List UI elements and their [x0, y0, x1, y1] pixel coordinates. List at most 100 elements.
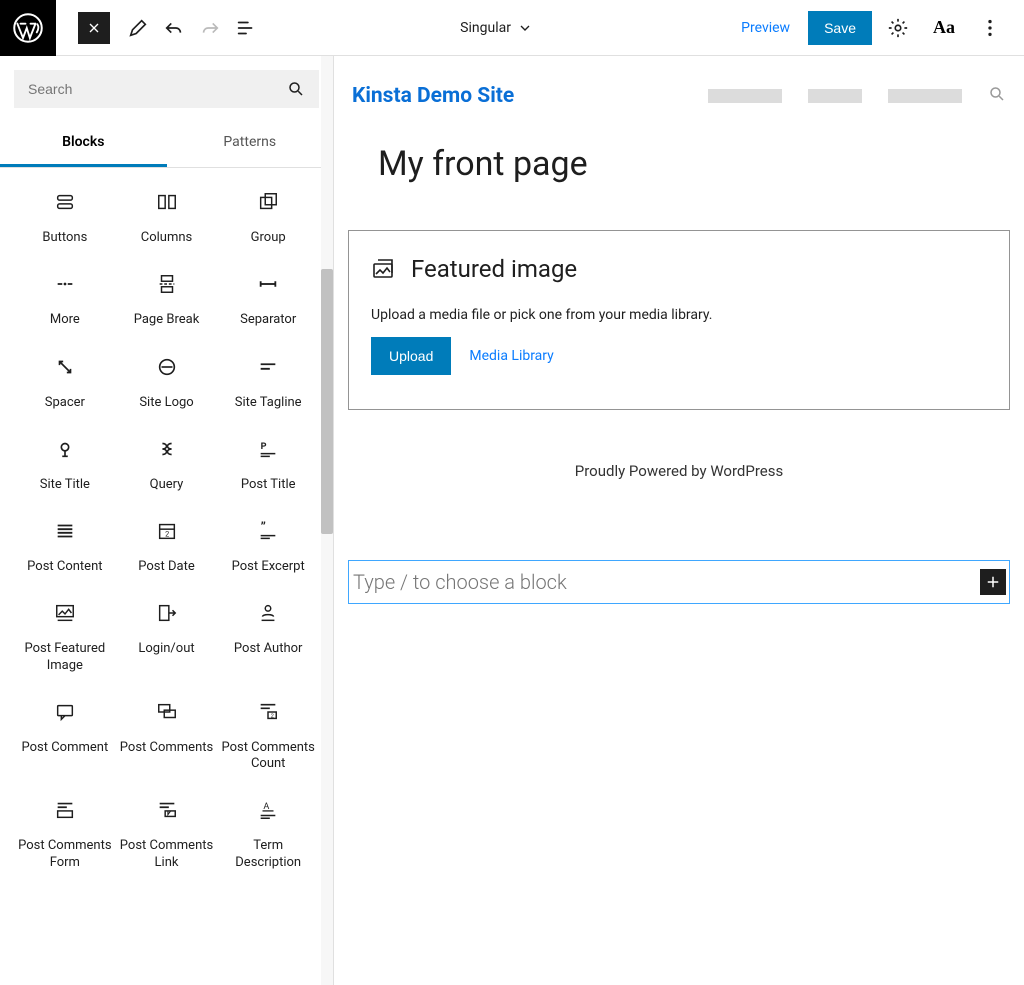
- tab-blocks[interactable]: Blocks: [0, 122, 167, 167]
- site-title-link[interactable]: Kinsta Demo Site: [352, 84, 514, 108]
- block-post-featured-image[interactable]: Post Featured Image: [14, 585, 116, 684]
- close-inserter-button[interactable]: [78, 12, 110, 44]
- wordpress-icon: [13, 13, 43, 43]
- redo-icon: [199, 17, 221, 39]
- site-search-button[interactable]: [988, 85, 1006, 107]
- settings-button[interactable]: [878, 8, 918, 48]
- block-post-title[interactable]: P Post Title: [217, 421, 319, 503]
- search-icon: [988, 85, 1006, 103]
- block-appender-input[interactable]: [349, 561, 980, 603]
- post-comments-icon: [120, 698, 214, 726]
- svg-text:2: 2: [165, 530, 169, 539]
- template-selector[interactable]: Singular: [264, 20, 729, 36]
- block-post-excerpt[interactable]: ” Post Excerpt: [217, 503, 319, 585]
- featured-image-icon: [371, 257, 395, 281]
- document-overview-button[interactable]: [228, 10, 264, 46]
- search-input[interactable]: [28, 81, 287, 97]
- edit-tool-button[interactable]: [120, 10, 156, 46]
- preview-button[interactable]: Preview: [729, 12, 802, 44]
- block-login-out[interactable]: Login/out: [116, 585, 218, 684]
- media-library-link[interactable]: Media Library: [469, 348, 553, 364]
- undo-icon: [163, 17, 185, 39]
- toolbar-right: Preview Save Aa: [729, 8, 1024, 48]
- block-site-logo[interactable]: Site Logo: [116, 339, 218, 421]
- block-label: Group: [221, 230, 315, 246]
- site-tagline-icon: [221, 353, 315, 381]
- nav-placeholder-item: [888, 89, 962, 103]
- block-appender[interactable]: [348, 560, 1010, 604]
- block-label: Spacer: [18, 395, 112, 411]
- block-label: Term Description: [221, 838, 315, 871]
- block-inserter-panel: Blocks Patterns ButtonsColumnsGroupMoreP…: [0, 56, 334, 985]
- svg-text:P: P: [261, 442, 267, 452]
- block-term-description[interactable]: A Term Description: [217, 782, 319, 881]
- editor-main: Blocks Patterns ButtonsColumnsGroupMoreP…: [0, 56, 1024, 985]
- block-site-title[interactable]: Site Title: [14, 421, 116, 503]
- scrollbar-track[interactable]: [321, 56, 333, 985]
- separator-icon: [221, 270, 315, 298]
- undo-button[interactable]: [156, 10, 192, 46]
- add-block-button[interactable]: [980, 569, 1006, 595]
- page-title[interactable]: My front page: [348, 118, 1010, 206]
- wordpress-logo-button[interactable]: [0, 0, 56, 56]
- post-comment-icon: [18, 698, 112, 726]
- block-post-comments-count[interactable]: 2Post Comments Count: [217, 684, 319, 783]
- spacer-icon: [18, 353, 112, 381]
- block-more[interactable]: More: [14, 256, 116, 338]
- post-date-icon: 2: [120, 517, 214, 545]
- pencil-icon: [127, 17, 149, 39]
- block-separator[interactable]: Separator: [217, 256, 319, 338]
- block-site-tagline[interactable]: Site Tagline: [217, 339, 319, 421]
- block-spacer[interactable]: Spacer: [14, 339, 116, 421]
- block-columns[interactable]: Columns: [116, 174, 218, 256]
- close-icon: [86, 20, 102, 36]
- page-break-icon: [120, 270, 214, 298]
- toolbar-tools: [120, 10, 264, 46]
- save-button[interactable]: Save: [808, 11, 872, 45]
- block-query[interactable]: Query: [116, 421, 218, 503]
- navigation-placeholder: [708, 85, 1006, 107]
- block-label: Post Excerpt: [221, 559, 315, 575]
- block-label: Login/out: [120, 641, 214, 657]
- more-options-button[interactable]: [970, 8, 1010, 48]
- block-search: [14, 70, 319, 108]
- block-buttons[interactable]: Buttons: [14, 174, 116, 256]
- block-post-date[interactable]: 2Post Date: [116, 503, 218, 585]
- featured-image-block[interactable]: Featured image Upload a media file or pi…: [348, 230, 1010, 410]
- block-label: Post Comments Link: [120, 838, 214, 871]
- editor-topbar: Singular Preview Save Aa: [0, 0, 1024, 56]
- block-post-comments-form[interactable]: Post Comments Form: [14, 782, 116, 881]
- block-label: Post Title: [221, 477, 315, 493]
- block-post-content[interactable]: Post Content: [14, 503, 116, 585]
- term-description-icon: A: [221, 796, 315, 824]
- block-post-comments[interactable]: Post Comments: [116, 684, 218, 783]
- kebab-icon: [979, 17, 1001, 39]
- block-post-comments-link[interactable]: Post Comments Link: [116, 782, 218, 881]
- query-icon: [120, 435, 214, 463]
- inserter-tabs: Blocks Patterns: [0, 122, 333, 168]
- post-comments-link-icon: [120, 796, 214, 824]
- post-comments-count-icon: 2: [221, 698, 315, 726]
- footer-credit: Proudly Powered by WordPress: [348, 410, 1010, 500]
- svg-text:”: ”: [261, 520, 266, 535]
- group-icon: [221, 188, 315, 216]
- upload-button[interactable]: Upload: [371, 337, 451, 375]
- block-label: Columns: [120, 230, 214, 246]
- login-out-icon: [120, 599, 214, 627]
- plus-icon: [984, 573, 1002, 591]
- block-label: Buttons: [18, 230, 112, 246]
- tab-patterns[interactable]: Patterns: [167, 122, 334, 167]
- block-label: Post Author: [221, 641, 315, 657]
- svg-text:2: 2: [271, 713, 274, 719]
- scrollbar-thumb[interactable]: [321, 269, 333, 534]
- block-group[interactable]: Group: [217, 174, 319, 256]
- redo-button[interactable]: [192, 10, 228, 46]
- block-post-author[interactable]: Post Author: [217, 585, 319, 684]
- block-label: Post Featured Image: [18, 641, 112, 674]
- block-label: Post Content: [18, 559, 112, 575]
- block-page-break[interactable]: Page Break: [116, 256, 218, 338]
- site-logo-icon: [120, 353, 214, 381]
- block-post-comment[interactable]: Post Comment: [14, 684, 116, 783]
- block-label: Post Comments Form: [18, 838, 112, 871]
- styles-button[interactable]: Aa: [924, 8, 964, 48]
